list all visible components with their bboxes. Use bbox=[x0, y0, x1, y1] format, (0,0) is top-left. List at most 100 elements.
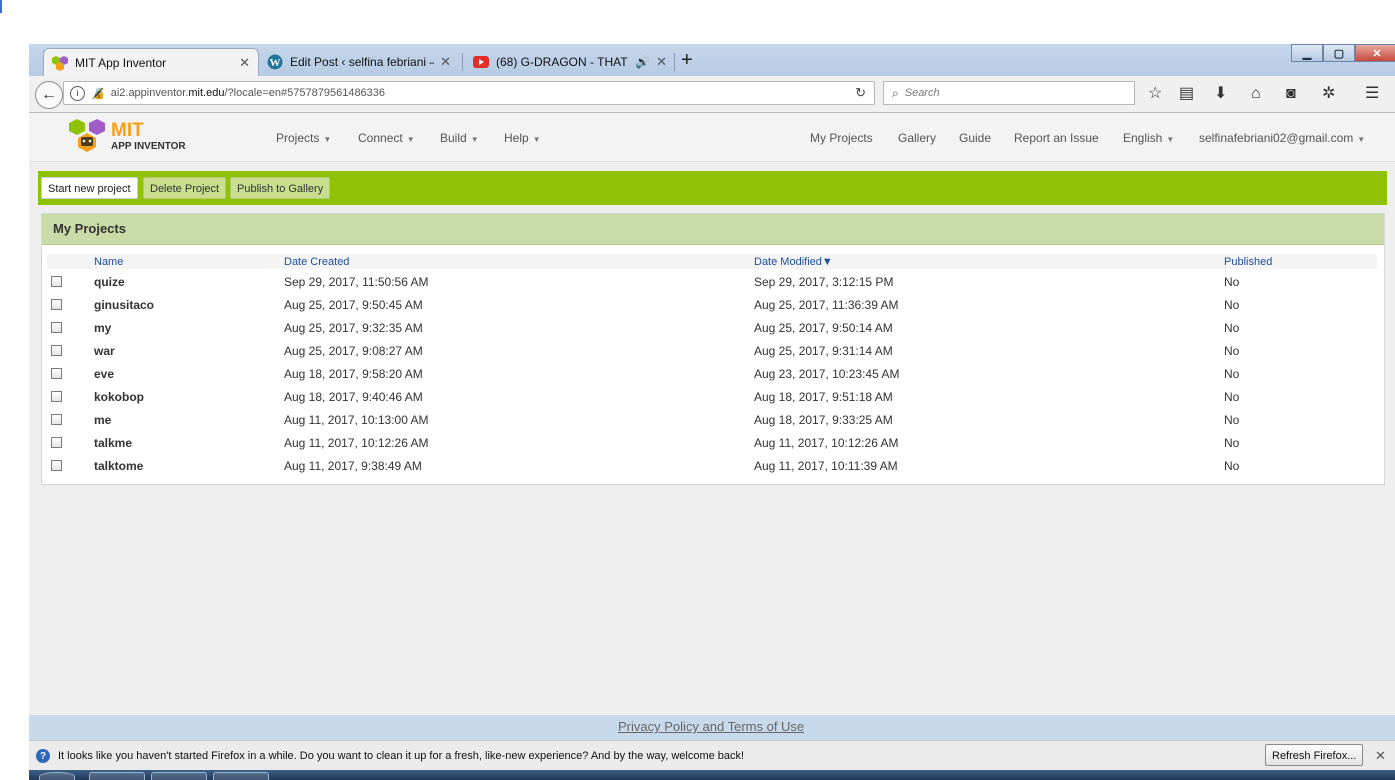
close-window-button[interactable]: ✕ bbox=[1355, 44, 1395, 62]
taskbar-item[interactable] bbox=[89, 772, 145, 780]
audio-playing-icon[interactable]: 🔊 bbox=[635, 55, 650, 69]
tab-title: (68) G-DRAGON - THAT X bbox=[496, 55, 632, 69]
maximize-button[interactable]: ▢ bbox=[1323, 44, 1355, 62]
row-checkbox[interactable] bbox=[51, 437, 62, 448]
date-modified: Aug 18, 2017, 9:51:18 AM bbox=[754, 390, 893, 404]
published-status: No bbox=[1224, 436, 1240, 450]
date-modified: Aug 25, 2017, 11:36:39 AM bbox=[754, 298, 899, 312]
reading-list-icon[interactable]: ▤ bbox=[1179, 85, 1194, 103]
menu-help[interactable]: Help ▼ bbox=[504, 131, 541, 145]
menu-connect[interactable]: Connect ▼ bbox=[358, 131, 415, 145]
projects-panel: My Projects Name Date Created Date Modif… bbox=[41, 213, 1385, 485]
taskbar-item[interactable] bbox=[151, 772, 207, 780]
publish-to-gallery-button[interactable]: Publish to Gallery bbox=[230, 177, 331, 199]
reload-icon[interactable]: ↻ bbox=[855, 85, 866, 101]
published-status: No bbox=[1224, 367, 1240, 381]
search-placeholder: Search bbox=[904, 87, 940, 99]
extension-icon[interactable]: ✲ bbox=[1322, 85, 1335, 103]
project-name[interactable]: war bbox=[94, 344, 115, 358]
caret-down-icon: ▼ bbox=[406, 135, 415, 144]
published-status: No bbox=[1224, 390, 1240, 404]
address-bar[interactable]: i 🔏 ai2.appinventor.mit.edu/?locale=en#5… bbox=[63, 81, 875, 105]
search-bar[interactable]: ⌕ Search bbox=[883, 81, 1135, 105]
language-selector[interactable]: English ▼ bbox=[1123, 131, 1174, 145]
row-checkbox[interactable] bbox=[51, 299, 62, 310]
project-name[interactable]: talktome bbox=[94, 459, 143, 473]
link-gallery[interactable]: Gallery bbox=[898, 131, 936, 145]
page-content: MIT APP INVENTOR Projects ▼ Connect ▼ Buil… bbox=[29, 113, 1395, 734]
bookmark-star-icon[interactable]: ☆ bbox=[1148, 85, 1162, 103]
date-created: Aug 18, 2017, 9:58:20 AM bbox=[284, 367, 423, 381]
start-new-project-button[interactable]: Start new project bbox=[41, 177, 138, 199]
menu-build[interactable]: Build ▼ bbox=[440, 131, 479, 145]
tab-youtube[interactable]: (68) G-DRAGON - THAT X 🔊 ✕ bbox=[465, 48, 675, 76]
table-row[interactable]: kokobop Aug 18, 2017, 9:40:46 AM Aug 18,… bbox=[42, 386, 1384, 409]
table-row[interactable]: ginusitaco Aug 25, 2017, 9:50:45 AM Aug … bbox=[42, 294, 1384, 317]
account-menu[interactable]: selfinafebriani02@gmail.com ▼ bbox=[1199, 131, 1365, 145]
hamburger-menu-icon[interactable]: ☰ bbox=[1365, 85, 1379, 103]
table-row[interactable]: war Aug 25, 2017, 9:08:27 AM Aug 25, 201… bbox=[42, 340, 1384, 363]
windows-taskbar bbox=[29, 770, 1395, 780]
row-checkbox[interactable] bbox=[51, 414, 62, 425]
project-name[interactable]: my bbox=[94, 321, 111, 335]
firefox-notification-bar: ? It looks like you haven't started Fire… bbox=[29, 740, 1395, 771]
table-row[interactable]: talkme Aug 11, 2017, 10:12:26 AM Aug 11,… bbox=[42, 432, 1384, 455]
start-button[interactable] bbox=[39, 772, 75, 780]
date-modified: Sep 29, 2017, 3:12:15 PM bbox=[754, 275, 894, 289]
table-row[interactable]: me Aug 11, 2017, 10:13:00 AM Aug 18, 201… bbox=[42, 409, 1384, 432]
link-my-projects[interactable]: My Projects bbox=[810, 131, 873, 145]
app-inventor-logo[interactable]: MIT APP INVENTOR bbox=[67, 118, 186, 154]
date-created: Aug 25, 2017, 9:32:35 AM bbox=[284, 321, 423, 335]
close-tab-icon[interactable]: ✕ bbox=[239, 55, 250, 71]
close-tab-icon[interactable]: ✕ bbox=[440, 54, 451, 70]
column-header-name[interactable]: Name bbox=[94, 256, 123, 268]
row-checkbox[interactable] bbox=[51, 322, 62, 333]
column-header-published[interactable]: Published bbox=[1224, 256, 1272, 268]
caret-down-icon: ▼ bbox=[1357, 135, 1366, 144]
project-name[interactable]: kokobop bbox=[94, 390, 144, 404]
date-created: Aug 11, 2017, 10:12:26 AM bbox=[284, 436, 429, 450]
delete-project-button[interactable]: Delete Project bbox=[143, 177, 227, 199]
table-row[interactable]: eve Aug 18, 2017, 9:58:20 AM Aug 23, 201… bbox=[42, 363, 1384, 386]
url-text: ai2.appinventor.mit.edu/?locale=en#57578… bbox=[110, 87, 386, 99]
new-tab-button[interactable]: + bbox=[681, 50, 693, 70]
tab-edit-post[interactable]: W Edit Post ‹ selfina febriani — ✕ bbox=[259, 48, 459, 76]
menu-projects[interactable]: Projects ▼ bbox=[276, 131, 331, 145]
caret-down-icon: ▼ bbox=[470, 135, 479, 144]
arrow-left-icon: ← bbox=[41, 86, 57, 103]
download-icon[interactable]: ⬇ bbox=[1214, 85, 1227, 103]
row-checkbox[interactable] bbox=[51, 460, 62, 471]
taskbar-item[interactable] bbox=[213, 772, 269, 780]
home-icon[interactable]: ⌂ bbox=[1251, 85, 1261, 103]
privacy-policy-link[interactable]: Privacy Policy and Terms of Use bbox=[618, 719, 804, 734]
caret-down-icon: ▼ bbox=[323, 135, 332, 144]
insecure-lock-icon[interactable]: 🔏 bbox=[91, 87, 105, 100]
app-header: MIT APP INVENTOR Projects ▼ Connect ▼ Buil… bbox=[29, 113, 1395, 162]
row-checkbox[interactable] bbox=[51, 368, 62, 379]
back-button[interactable]: ← bbox=[35, 81, 63, 109]
link-report-issue[interactable]: Report an Issue bbox=[1014, 131, 1099, 145]
panel-title: My Projects bbox=[42, 214, 1384, 245]
column-header-date-modified[interactable]: Date Modified▼ bbox=[754, 256, 833, 268]
project-name[interactable]: quize bbox=[94, 275, 125, 289]
refresh-firefox-button[interactable]: Refresh Firefox... bbox=[1265, 744, 1364, 766]
project-name[interactable]: me bbox=[94, 413, 111, 427]
row-checkbox[interactable] bbox=[51, 391, 62, 402]
row-checkbox[interactable] bbox=[51, 345, 62, 356]
tab-app-inventor[interactable]: MIT App Inventor ✕ bbox=[43, 48, 259, 76]
pocket-icon[interactable]: ◙ bbox=[1286, 85, 1296, 103]
table-row[interactable]: talktome Aug 11, 2017, 9:38:49 AM Aug 11… bbox=[42, 455, 1384, 478]
browser-window: MIT App Inventor ✕ W Edit Post ‹ selfina… bbox=[29, 44, 1395, 780]
info-icon[interactable]: i bbox=[70, 85, 85, 101]
close-tab-icon[interactable]: ✕ bbox=[656, 54, 667, 70]
row-checkbox[interactable] bbox=[51, 276, 62, 287]
minimize-button[interactable]: ▁ bbox=[1291, 44, 1323, 62]
close-notification-icon[interactable]: ✕ bbox=[1375, 748, 1386, 764]
project-name[interactable]: talkme bbox=[94, 436, 132, 450]
link-guide[interactable]: Guide bbox=[959, 131, 991, 145]
project-name[interactable]: ginusitaco bbox=[94, 298, 154, 312]
column-header-date-created[interactable]: Date Created bbox=[284, 256, 349, 268]
table-row[interactable]: quize Sep 29, 2017, 11:50:56 AM Sep 29, … bbox=[42, 271, 1384, 294]
table-row[interactable]: my Aug 25, 2017, 9:32:35 AM Aug 25, 2017… bbox=[42, 317, 1384, 340]
project-name[interactable]: eve bbox=[94, 367, 114, 381]
